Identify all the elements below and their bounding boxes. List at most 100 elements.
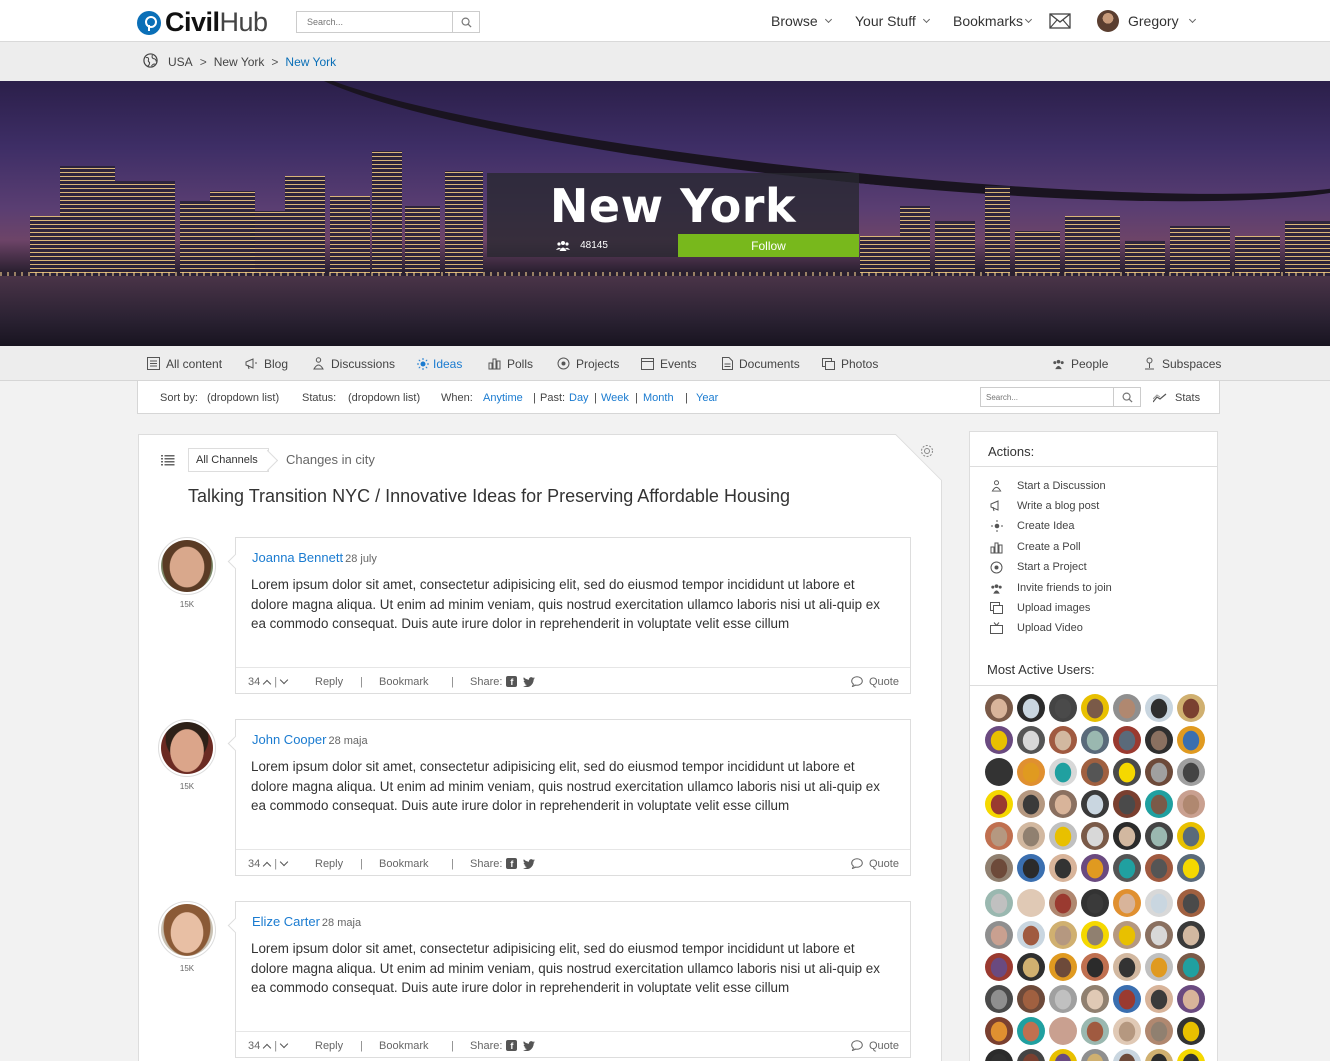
user-avatar[interactable] (1145, 758, 1173, 786)
user-avatar[interactable] (1145, 889, 1173, 917)
tab-events[interactable]: Events (641, 346, 697, 381)
filter-anytime[interactable]: Anytime (483, 381, 523, 414)
user-avatar[interactable] (1081, 694, 1109, 722)
user-avatar[interactable] (1177, 889, 1205, 917)
user-avatar[interactable] (985, 889, 1013, 917)
user-avatar[interactable] (985, 1017, 1013, 1045)
user-avatar[interactable] (1145, 1017, 1173, 1045)
user-avatar[interactable] (1081, 921, 1109, 949)
quote-button[interactable]: Quote (851, 668, 899, 695)
user-avatar[interactable] (1177, 726, 1205, 754)
user-avatar[interactable] (1113, 1017, 1141, 1045)
user-avatar[interactable] (985, 726, 1013, 754)
breadcrumb-item-city[interactable]: New York (285, 55, 336, 69)
messages-envelope-icon[interactable] (1049, 0, 1071, 42)
user-avatar[interactable] (1017, 1049, 1045, 1061)
channel-chip[interactable]: All Channels (188, 448, 269, 472)
user-avatar[interactable] (985, 758, 1013, 786)
facebook-icon[interactable]: f (506, 858, 518, 869)
user-avatar[interactable] (1081, 1017, 1109, 1045)
user-avatar[interactable] (1113, 889, 1141, 917)
tab-polls[interactable]: Polls (488, 346, 533, 381)
user-avatar[interactable] (985, 790, 1013, 818)
user-avatar[interactable] (1081, 985, 1109, 1013)
comment-author[interactable]: John Cooper (252, 732, 326, 747)
tab-photos[interactable]: Photos (822, 346, 878, 381)
breadcrumb-item-state[interactable]: New York (214, 55, 265, 69)
user-avatar[interactable] (1017, 889, 1045, 917)
comment-author[interactable]: Joanna Bennett (252, 550, 343, 565)
action-start-discussion[interactable]: Start a Discussion (990, 477, 1106, 495)
user-avatar[interactable] (1049, 953, 1077, 981)
follow-button[interactable]: Follow (678, 234, 859, 257)
user-avatar[interactable] (1049, 1017, 1077, 1045)
bookmark-button[interactable]: Bookmark (379, 1032, 429, 1059)
user-avatar[interactable] (1177, 985, 1205, 1013)
upvote-icon[interactable] (263, 679, 272, 688)
user-avatar[interactable] (1113, 758, 1141, 786)
user-avatar[interactable] (1145, 822, 1173, 850)
quote-button[interactable]: Quote (851, 850, 899, 877)
user-avatar[interactable] (985, 985, 1013, 1013)
user-avatar[interactable] (1145, 985, 1173, 1013)
user-avatar[interactable] (1113, 822, 1141, 850)
downvote-icon[interactable] (279, 857, 289, 866)
user-avatar[interactable] (1145, 694, 1173, 722)
reply-button[interactable]: Reply (315, 1032, 343, 1059)
user-avatar[interactable] (1177, 854, 1205, 882)
user-avatar[interactable] (1017, 1017, 1045, 1045)
user-avatar[interactable] (1017, 985, 1045, 1013)
user-avatar[interactable] (1113, 854, 1141, 882)
user-avatar[interactable] (1049, 790, 1077, 818)
tab-ideas[interactable]: Ideas (417, 346, 462, 381)
user-avatar[interactable] (1177, 758, 1205, 786)
user-avatar[interactable] (1145, 790, 1173, 818)
nav-browse[interactable]: Browse (771, 0, 832, 42)
action-create-poll[interactable]: Create a Poll (990, 538, 1081, 556)
tab-subspaces[interactable]: Subspaces (1143, 346, 1221, 381)
user-avatar[interactable] (1177, 1017, 1205, 1045)
user-avatar[interactable] (1081, 822, 1109, 850)
user-avatar[interactable] (1017, 953, 1045, 981)
tab-all-content[interactable]: All content (147, 346, 222, 381)
tab-projects[interactable]: Projects (557, 346, 619, 381)
upvote-icon[interactable] (263, 1043, 272, 1052)
user-avatar[interactable] (1177, 822, 1205, 850)
action-create-idea[interactable]: Create Idea (990, 517, 1074, 535)
bookmark-button[interactable]: Bookmark (379, 668, 429, 695)
user-avatar[interactable] (1177, 694, 1205, 722)
user-avatar[interactable] (1081, 953, 1109, 981)
user-avatar[interactable] (1049, 822, 1077, 850)
user-avatar[interactable] (1113, 921, 1141, 949)
filter-search-input[interactable] (981, 388, 1114, 406)
user-avatar[interactable] (1049, 1049, 1077, 1061)
user-avatar[interactable] (1145, 1049, 1173, 1061)
reply-button[interactable]: Reply (315, 668, 343, 695)
user-avatar[interactable] (985, 822, 1013, 850)
stats-link[interactable]: Stats (1153, 381, 1200, 414)
user-avatar[interactable] (1049, 985, 1077, 1013)
list-view-icon[interactable] (161, 453, 175, 471)
user-avatar[interactable] (985, 1049, 1013, 1061)
user-avatar[interactable] (1017, 822, 1045, 850)
twitter-icon[interactable] (523, 676, 536, 687)
reply-button[interactable]: Reply (315, 850, 343, 877)
user-avatar[interactable] (1049, 694, 1077, 722)
action-upload-images[interactable]: Upload images (990, 599, 1090, 617)
user-avatar[interactable] (1049, 854, 1077, 882)
filter-year[interactable]: Year (696, 381, 718, 414)
user-avatar[interactable] (1081, 726, 1109, 754)
user-avatar[interactable] (1113, 790, 1141, 818)
user-avatar[interactable] (1081, 1049, 1109, 1061)
user-avatar[interactable] (1113, 694, 1141, 722)
facebook-icon[interactable]: f (506, 676, 518, 687)
quote-button[interactable]: Quote (851, 1032, 899, 1059)
avatar[interactable] (158, 719, 216, 777)
twitter-icon[interactable] (523, 858, 536, 869)
user-avatar[interactable] (1113, 985, 1141, 1013)
user-avatar[interactable] (1049, 889, 1077, 917)
nav-bookmarks[interactable]: Bookmarks (953, 0, 1033, 42)
user-avatar[interactable] (1145, 854, 1173, 882)
user-avatar[interactable] (1017, 921, 1045, 949)
user-avatar[interactable] (1113, 1049, 1141, 1061)
